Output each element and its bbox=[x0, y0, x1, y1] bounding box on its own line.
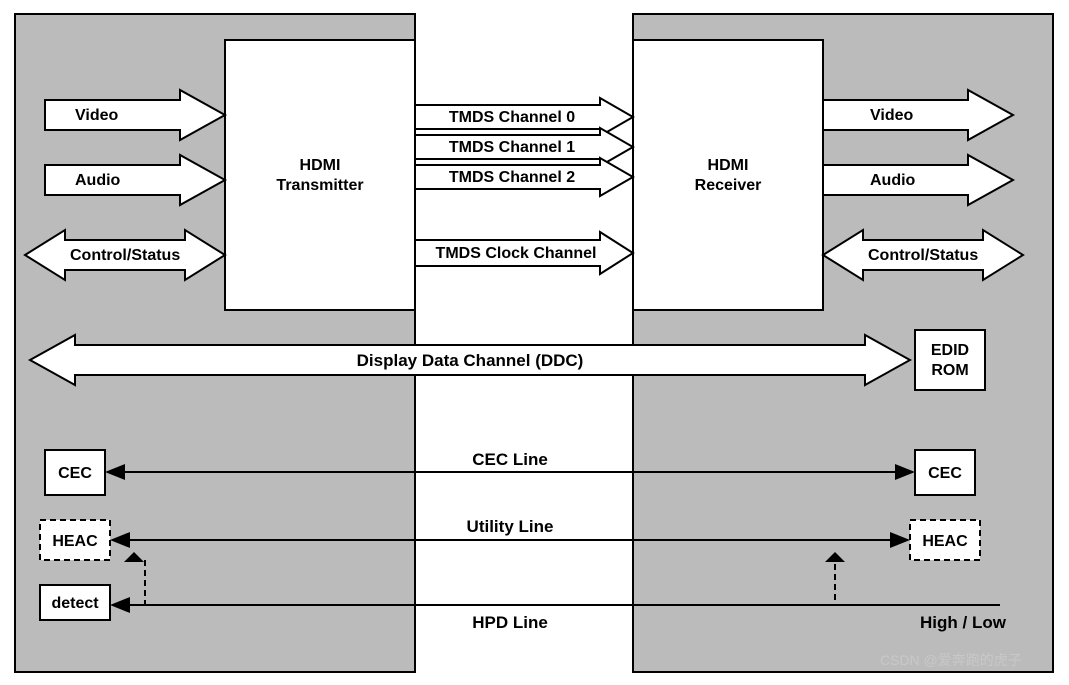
hdmi-transmitter-label1: HDMI bbox=[300, 157, 341, 174]
detect-label: detect bbox=[51, 595, 99, 612]
output-label-video: Video bbox=[870, 107, 914, 124]
hpd-level-label: High / Low bbox=[920, 613, 1007, 632]
tmds-label-1: TMDS Channel 1 bbox=[449, 139, 575, 156]
hdmi-receiver-label2: Receiver bbox=[695, 177, 762, 194]
output-label-audio: Audio bbox=[870, 172, 916, 189]
hdmi-receiver-label1: HDMI bbox=[708, 157, 749, 174]
heac-label-right: HEAC bbox=[922, 533, 968, 550]
tmds-channel-2: TMDS Channel 2 bbox=[415, 158, 633, 196]
hdmi-receiver-box bbox=[633, 40, 823, 310]
edid-label-1: EDID bbox=[931, 342, 969, 359]
ddc-label: Display Data Channel (DDC) bbox=[357, 351, 584, 370]
hpd-line-label: HPD Line bbox=[472, 613, 548, 632]
cec-line-label: CEC Line bbox=[472, 450, 548, 469]
cec-label-right: CEC bbox=[928, 465, 962, 482]
watermark: CSDN @爱奔跑的虎子 bbox=[880, 652, 1022, 668]
hdmi-transmitter-box bbox=[225, 40, 415, 310]
tmds-label-2: TMDS Channel 2 bbox=[449, 169, 575, 186]
cec-label-left: CEC bbox=[58, 465, 92, 482]
input-label-video: Video bbox=[75, 107, 119, 124]
hdmi-diagram: HDMI Transmitter HDMI Receiver Video Aud… bbox=[0, 0, 1069, 685]
tmds-clock-label: TMDS Clock Channel bbox=[436, 245, 597, 262]
input-label-audio: Audio bbox=[75, 172, 121, 189]
edid-label-2: ROM bbox=[931, 362, 968, 379]
tmds-label-0: TMDS Channel 0 bbox=[449, 109, 575, 126]
tmds-clock-channel: TMDS Clock Channel bbox=[415, 232, 633, 274]
output-label-control: Control/Status bbox=[868, 247, 978, 264]
hdmi-transmitter-label2: Transmitter bbox=[276, 177, 363, 194]
input-label-control: Control/Status bbox=[70, 247, 180, 264]
edid-rom-box bbox=[915, 330, 985, 390]
utility-line-label: Utility Line bbox=[467, 517, 554, 536]
heac-label-left: HEAC bbox=[52, 533, 98, 550]
